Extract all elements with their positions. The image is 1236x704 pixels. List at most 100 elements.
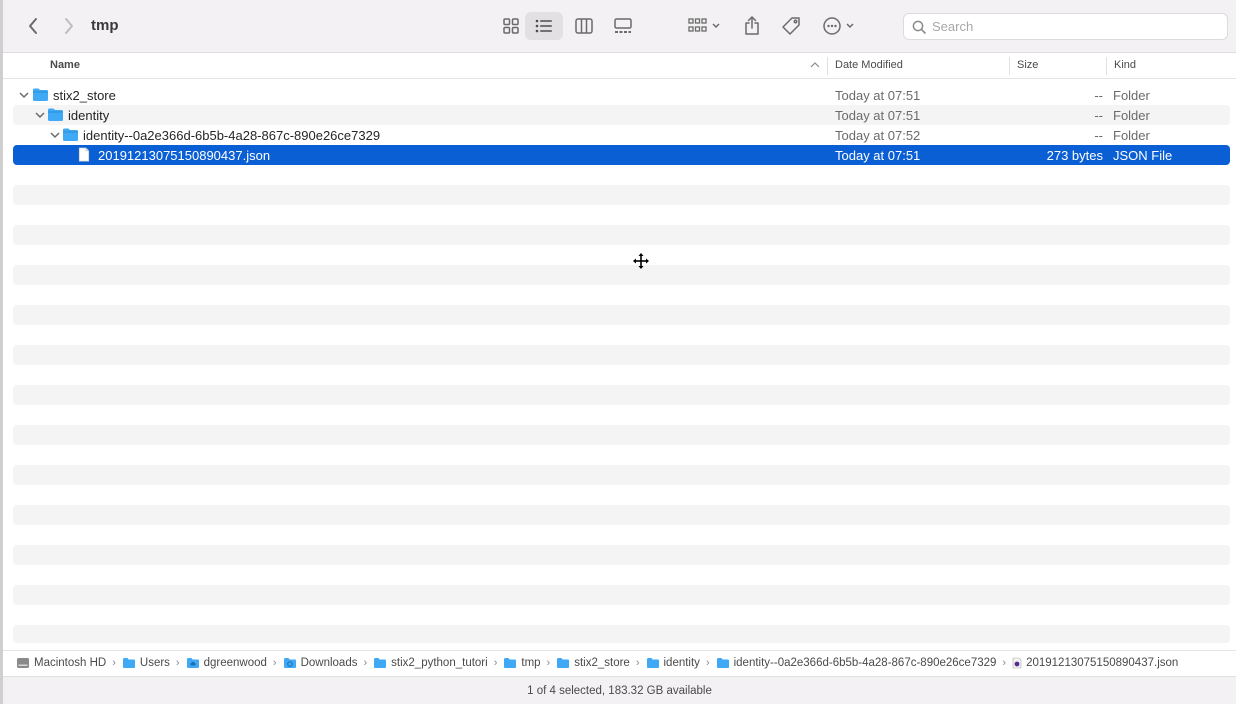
search-input[interactable] bbox=[932, 19, 1212, 34]
empty-row bbox=[13, 625, 1230, 643]
group-icon bbox=[688, 18, 720, 32]
column-header-size[interactable]: Size bbox=[1017, 59, 1038, 71]
file-row[interactable]: stix2_store Today at 07:51 -- Folder bbox=[13, 85, 1230, 105]
more-button[interactable] bbox=[819, 12, 863, 40]
downloads-folder-icon bbox=[283, 658, 296, 668]
empty-row bbox=[13, 585, 1230, 605]
column-separator[interactable] bbox=[1106, 57, 1107, 75]
home-folder-icon bbox=[186, 658, 199, 668]
tag-icon bbox=[782, 17, 800, 35]
icon-view-button[interactable] bbox=[493, 12, 529, 40]
group-button[interactable] bbox=[683, 12, 727, 40]
column-header-bar: Name Date Modified Size Kind bbox=[3, 53, 1236, 79]
path-item-label: tmp bbox=[521, 657, 541, 669]
list-view-icon bbox=[535, 19, 552, 33]
column-view-button[interactable] bbox=[566, 12, 602, 40]
column-header-date-modified[interactable]: Date Modified bbox=[835, 59, 903, 71]
more-icon bbox=[823, 17, 854, 35]
path-item[interactable]: tmp › bbox=[503, 657, 556, 669]
column-separator[interactable] bbox=[827, 57, 828, 75]
file-kind: Folder bbox=[1113, 128, 1150, 143]
path-item[interactable]: 20191213075150890437.json bbox=[1012, 657, 1178, 669]
empty-row bbox=[13, 225, 1230, 245]
file-date: Today at 07:51 bbox=[835, 88, 921, 103]
chevron-left-icon bbox=[29, 18, 37, 34]
path-item[interactable]: identity › bbox=[646, 657, 716, 669]
file-size: 273 bytes bbox=[1046, 148, 1103, 163]
empty-row bbox=[13, 185, 1230, 205]
list-view-button[interactable] bbox=[525, 12, 563, 40]
file-date: Today at 07:52 bbox=[835, 128, 921, 143]
column-header-name[interactable]: Name bbox=[50, 59, 80, 71]
file-row-selected[interactable]: 20191213075150890437.json Today at 07:51… bbox=[13, 145, 1230, 165]
search-icon bbox=[912, 20, 926, 34]
path-item[interactable]: dgreenwood › bbox=[186, 657, 283, 669]
file-date: Today at 07:51 bbox=[835, 108, 921, 123]
empty-row bbox=[13, 385, 1230, 405]
folder-icon bbox=[504, 658, 517, 668]
move-cursor-icon bbox=[633, 253, 649, 269]
empty-row bbox=[13, 545, 1230, 565]
chevron-right-icon: › bbox=[493, 657, 498, 669]
column-header-kind[interactable]: Kind bbox=[1114, 59, 1136, 71]
file-name: identity--0a2e366d-6b5b-4a28-867c-890e26… bbox=[83, 128, 381, 143]
chevron-right-icon: › bbox=[1002, 657, 1007, 669]
file-date: Today at 07:51 bbox=[835, 148, 921, 163]
gallery-view-icon bbox=[614, 18, 632, 33]
tag-button[interactable] bbox=[777, 12, 805, 40]
path-item-label: dgreenwood bbox=[203, 657, 267, 669]
folder-icon bbox=[122, 658, 135, 668]
file-row[interactable]: identity Today at 07:51 -- Folder bbox=[13, 105, 1230, 125]
folder-icon bbox=[557, 658, 570, 668]
path-item[interactable]: Downloads › bbox=[283, 657, 374, 669]
path-item-label: stix2_python_tutori bbox=[391, 657, 488, 669]
document-icon bbox=[78, 147, 90, 162]
share-icon bbox=[745, 16, 759, 35]
empty-row bbox=[13, 305, 1230, 325]
chevron-right-icon: › bbox=[272, 657, 277, 669]
folder-icon bbox=[646, 658, 659, 668]
chevron-down-icon[interactable] bbox=[18, 89, 30, 101]
file-name: identity bbox=[68, 108, 110, 123]
gallery-view-button[interactable] bbox=[605, 12, 641, 40]
folder-icon bbox=[374, 658, 387, 668]
file-size: -- bbox=[1094, 128, 1103, 143]
path-item-label: 20191213075150890437.json bbox=[1026, 657, 1179, 669]
path-item-label: stix2_store bbox=[574, 657, 630, 669]
share-button[interactable] bbox=[738, 12, 766, 40]
chevron-right-icon: › bbox=[546, 657, 551, 669]
file-kind: Folder bbox=[1113, 108, 1150, 123]
path-item[interactable]: Users › bbox=[122, 657, 186, 669]
path-item[interactable]: identity--0a2e366d-6b5b-4a28-867c-890e26… bbox=[716, 657, 1012, 669]
back-button[interactable] bbox=[20, 13, 46, 39]
chevron-right-icon: › bbox=[175, 657, 180, 669]
chevron-down-icon[interactable] bbox=[34, 109, 46, 121]
file-size: -- bbox=[1094, 108, 1103, 123]
file-name: stix2_store bbox=[53, 88, 116, 103]
window-title: tmp bbox=[91, 17, 119, 34]
file-row[interactable]: identity--0a2e366d-6b5b-4a28-867c-890e26… bbox=[13, 125, 1230, 145]
folder-icon bbox=[63, 128, 78, 141]
file-name: 20191213075150890437.json bbox=[98, 148, 271, 163]
chevron-right-icon: › bbox=[635, 657, 640, 669]
icon-view-icon bbox=[503, 18, 519, 34]
status-text: 1 of 4 selected, 183.32 GB available bbox=[527, 684, 712, 697]
column-view-icon bbox=[575, 18, 593, 34]
empty-row bbox=[13, 265, 1230, 285]
path-item-label: Downloads bbox=[300, 657, 358, 669]
empty-row bbox=[13, 505, 1230, 525]
sort-ascending-icon[interactable] bbox=[809, 59, 821, 71]
chevron-down-icon[interactable] bbox=[49, 129, 61, 141]
path-item[interactable]: Macintosh HD › bbox=[16, 657, 122, 669]
folder-icon bbox=[716, 658, 729, 668]
file-kind: JSON File bbox=[1113, 148, 1173, 163]
search-field[interactable] bbox=[903, 13, 1228, 40]
column-separator[interactable] bbox=[1009, 57, 1010, 75]
chevron-right-icon: › bbox=[112, 657, 116, 669]
empty-row bbox=[13, 465, 1230, 485]
path-item[interactable]: stix2_store › bbox=[556, 657, 645, 669]
path-bar: Macintosh HD › Users › dgreenwood › Downloa… bbox=[3, 650, 1236, 675]
path-item[interactable]: stix2_python_tutori › bbox=[373, 657, 503, 669]
path-item-label: Users bbox=[139, 657, 170, 669]
forward-button[interactable] bbox=[56, 13, 82, 39]
